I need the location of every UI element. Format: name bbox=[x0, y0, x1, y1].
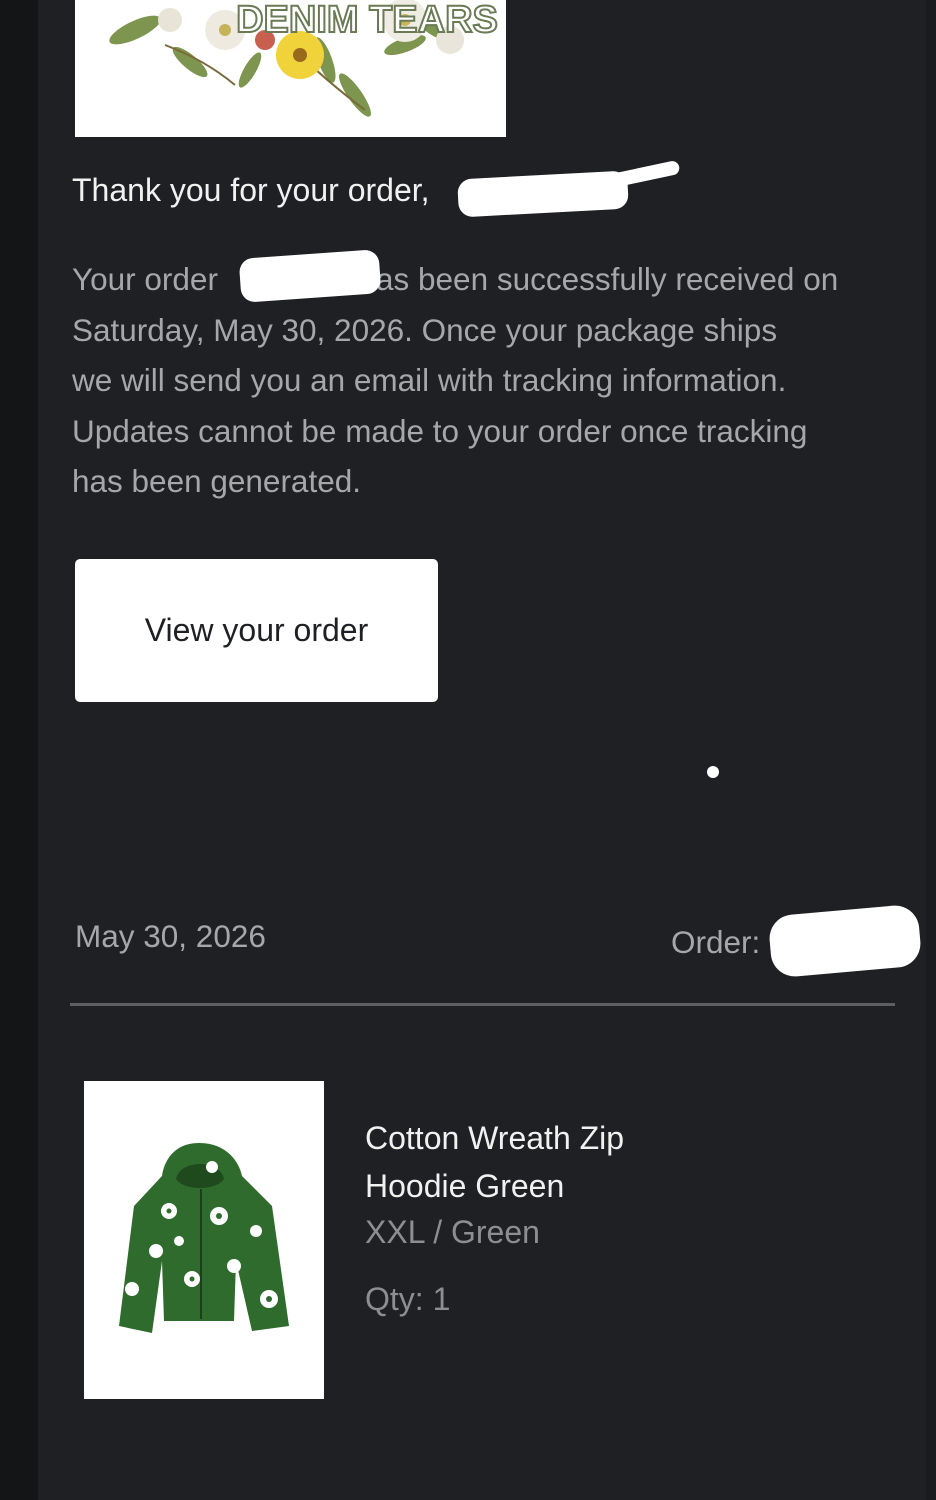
right-gutter bbox=[926, 0, 936, 1500]
floral-logo-icon: DENIM TEARS bbox=[109, 0, 499, 117]
redacted-order-id bbox=[767, 903, 923, 979]
logo-text: DENIM TEARS bbox=[236, 0, 498, 41]
stray-dot bbox=[707, 766, 719, 778]
order-message-line-1: Your order has been successfully receive… bbox=[72, 254, 902, 305]
brand-logo[interactable]: DENIM TEARS bbox=[75, 0, 506, 137]
order-message-line-2: Saturday, May 30, 2026. Once your packag… bbox=[72, 311, 778, 348]
order-message-line-5: has been generated. bbox=[72, 463, 361, 499]
order-message-prefix: Your order bbox=[72, 261, 218, 297]
greeting-heading: Thank you for your order, bbox=[72, 172, 430, 208]
order-message-suffix: has been successfully received on bbox=[358, 261, 839, 297]
product-quantity: Qty: 1 bbox=[365, 1281, 451, 1317]
left-gutter bbox=[0, 0, 38, 1500]
green-hoodie-icon bbox=[119, 1143, 289, 1333]
order-message-line-3: we will send you an email with tracking … bbox=[72, 362, 787, 398]
product-name[interactable]: Cotton Wreath Zip Hoodie Green bbox=[365, 1114, 685, 1210]
order-message-line-4: Updates cannot be made to your order onc… bbox=[72, 412, 808, 449]
order-confirmation-message: Your order has been successfully receive… bbox=[72, 254, 902, 507]
product-variant: XXL / Green bbox=[365, 1214, 540, 1250]
product-image[interactable] bbox=[84, 1081, 324, 1399]
view-your-order-button[interactable]: View your order bbox=[75, 559, 438, 702]
summary-divider bbox=[70, 1003, 895, 1006]
order-number-label: Order: bbox=[671, 924, 761, 960]
order-date: May 30, 2026 bbox=[75, 918, 266, 954]
